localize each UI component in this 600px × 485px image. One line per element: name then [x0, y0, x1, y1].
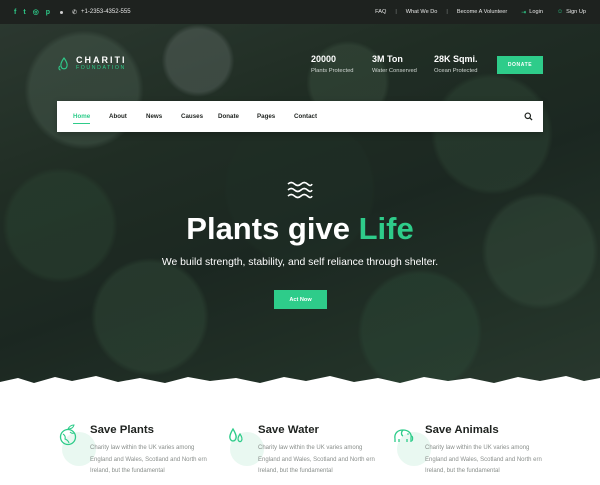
user-icon: ☺: [556, 9, 564, 15]
nav-causes[interactable]: Causes: [181, 101, 203, 132]
signup-link[interactable]: ☺ Sign Up: [557, 9, 586, 15]
feature-description: Charity law within the UK varies among E…: [425, 445, 542, 474]
brand-logo[interactable]: CHARITI FOUNDATION: [57, 56, 127, 71]
social-links: f t ◎ p: [14, 0, 64, 24]
torn-paper-edge: [0, 376, 600, 390]
link-separator: |: [446, 9, 448, 15]
main-nav: Home About News Causes Donate Pages Cont…: [57, 101, 543, 132]
brand-name: CHARITI: [76, 55, 127, 65]
nav-pages[interactable]: Pages: [257, 101, 275, 132]
elephant-icon: [394, 429, 414, 442]
pinterest-icon[interactable]: p: [46, 9, 50, 16]
leaf-drop-icon: [58, 56, 68, 71]
brand-tagline: FOUNDATION: [76, 65, 126, 71]
stat-value: 28K Sqmi.: [434, 54, 478, 64]
hero-section: CHARITI FOUNDATION 20000 Plants Protecte…: [0, 24, 600, 390]
search-icon[interactable]: [524, 112, 533, 121]
facebook-icon[interactable]: f: [14, 9, 16, 16]
what-we-do-link[interactable]: What We Do: [406, 9, 438, 15]
stat-label: Plants Protected: [311, 68, 354, 74]
signup-label: Sign Up: [566, 9, 586, 15]
nav-contact[interactable]: Contact: [294, 101, 317, 132]
phone-icon: ✆: [72, 9, 78, 16]
hero-headline: Plants give Life: [0, 213, 600, 244]
stat-plants: 20000 Plants Protected: [311, 54, 381, 75]
feature-save-plants: Save Plants Charity law within the UK va…: [56, 390, 226, 485]
globe-plant-icon: [59, 424, 77, 446]
feature-title: Save Water: [258, 424, 319, 436]
feature-save-water: Save Water Charity law within the UK var…: [224, 390, 394, 485]
login-link[interactable]: ⇥ Login: [521, 9, 543, 16]
separator-dot: [60, 10, 64, 14]
features-section: Save Plants Charity law within the UK va…: [0, 390, 600, 485]
feature-save-animals: Save Animals Charity law within the UK v…: [391, 390, 561, 485]
headline-accent: Life: [358, 211, 414, 246]
feature-description: Charity law within the UK varies among E…: [90, 445, 207, 474]
top-links: FAQ | What We Do | Become A Volunteer ⇥ …: [375, 0, 586, 24]
nav-home[interactable]: Home: [73, 101, 91, 132]
phone-number: +1-2353-4352-555: [81, 9, 131, 15]
stat-ocean: 28K Sqmi. Ocean Protected: [434, 54, 504, 75]
top-bar: f t ◎ p ✆ +1-2353-4352-555 FAQ | What We…: [0, 0, 600, 24]
nav-news[interactable]: News: [146, 101, 162, 132]
feature-title: Save Plants: [90, 424, 154, 436]
become-volunteer-link[interactable]: Become A Volunteer: [457, 9, 507, 15]
stat-label: Water Conserved: [372, 68, 417, 74]
stat-value: 20000: [311, 54, 337, 64]
act-now-button[interactable]: Act Now: [274, 290, 327, 309]
donate-button[interactable]: DONATE: [497, 56, 543, 74]
stat-water: 3M Ton Water Conserved: [372, 54, 442, 75]
water-drops-icon: [229, 427, 243, 443]
phone-contact[interactable]: ✆ +1-2353-4352-555: [72, 0, 131, 24]
feature-description: Charity law within the UK varies among E…: [258, 445, 375, 474]
login-icon: ⇥: [521, 9, 527, 16]
stat-value: 3M Ton: [372, 54, 403, 64]
twitter-icon[interactable]: t: [23, 9, 25, 16]
instagram-icon[interactable]: ◎: [33, 9, 39, 16]
link-separator: |: [395, 9, 397, 15]
hero-subtitle: We build strength, stability, and self r…: [161, 257, 439, 268]
login-label: Login: [529, 9, 543, 15]
stat-label: Ocean Protected: [434, 68, 478, 74]
nav-about[interactable]: About: [109, 101, 127, 132]
nav-donate[interactable]: Donate: [218, 101, 239, 132]
faq-link[interactable]: FAQ: [375, 9, 386, 15]
waves-icon: [287, 181, 313, 199]
headline-main: Plants give: [186, 211, 350, 246]
feature-title: Save Animals: [425, 424, 499, 436]
